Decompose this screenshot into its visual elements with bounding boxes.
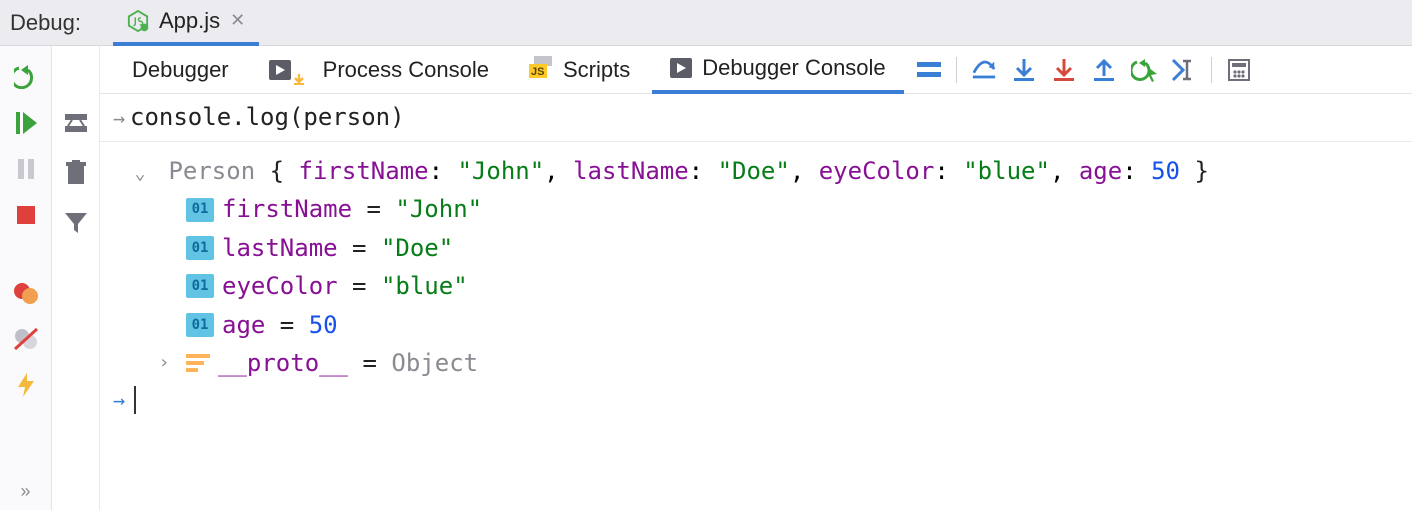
step-out-button[interactable]	[1091, 57, 1117, 83]
debug-side-controls: »	[0, 46, 52, 510]
object-property[interactable]: 01 firstName = "John"	[108, 190, 1404, 228]
pause-button[interactable]	[13, 156, 39, 182]
object-property[interactable]: 01 age = 50	[108, 306, 1404, 344]
console-prompt[interactable]: →	[100, 382, 1412, 418]
console-command-line: → console.log(person)	[100, 94, 1412, 142]
chevron-down-icon[interactable]: ⌄	[130, 160, 150, 189]
tab-label: Debugger	[132, 57, 229, 83]
proto-icon	[186, 352, 210, 374]
more-icon[interactable]: »	[20, 481, 30, 510]
file-tab-name: App.js	[159, 8, 220, 34]
download-badge-icon	[293, 73, 305, 85]
view-breakpoints-button[interactable]	[13, 280, 39, 306]
js-scripts-icon: JS	[529, 56, 553, 84]
debug-label: Debug:	[10, 10, 81, 36]
nodejs-file-icon	[127, 10, 149, 32]
rerun-button[interactable]	[13, 64, 39, 90]
field-type-icon: 01	[186, 313, 214, 337]
tab-scripts[interactable]: JS Scripts	[511, 46, 648, 94]
field-type-icon: 01	[186, 198, 214, 222]
tab-label: Scripts	[563, 57, 630, 83]
console-run-icon	[269, 60, 291, 80]
svg-text:JS: JS	[531, 66, 544, 78]
tab-debugger-console[interactable]: Debugger Console	[652, 46, 903, 94]
debug-topbar: Debug: App.js ✕	[0, 0, 1412, 46]
step-into-button[interactable]	[1011, 57, 1037, 83]
arrow-right-icon: →	[108, 102, 130, 134]
text-cursor	[134, 386, 136, 414]
object-header[interactable]: ⌄ Person { firstName: "John", lastName: …	[108, 152, 1404, 190]
thread-stack-button[interactable]	[916, 57, 942, 83]
layout-settings-button[interactable]	[63, 110, 89, 136]
close-icon[interactable]: ✕	[230, 10, 245, 31]
debugger-console: → console.log(person) ⌄ Person { firstNa…	[100, 94, 1412, 510]
resume-button[interactable]	[13, 110, 39, 136]
field-type-icon: 01	[186, 236, 214, 260]
step-toolbar	[908, 57, 1252, 83]
console-run-icon	[670, 58, 692, 78]
filter-button[interactable]	[63, 210, 89, 236]
object-class-name: Person	[168, 157, 269, 185]
tab-label: Debugger Console	[702, 55, 885, 81]
clear-console-button[interactable]	[63, 160, 89, 186]
object-property[interactable]: 01 eyeColor = "blue"	[108, 267, 1404, 305]
calculator-button[interactable]	[1226, 57, 1252, 83]
instant-run-button[interactable]	[13, 372, 39, 398]
force-step-into-button[interactable]	[1051, 57, 1077, 83]
run-to-cursor-button[interactable]	[1131, 57, 1157, 83]
step-over-button[interactable]	[971, 57, 997, 83]
stop-button[interactable]	[13, 202, 39, 228]
object-property[interactable]: 01 lastName = "Doe"	[108, 229, 1404, 267]
object-proto[interactable]: › __proto__ = Object	[108, 344, 1404, 382]
tab-debugger[interactable]: Debugger	[114, 46, 247, 94]
console-command: console.log(person)	[130, 98, 405, 136]
arrow-right-icon: →	[108, 384, 130, 416]
mute-breakpoints-button[interactable]	[13, 326, 39, 352]
chevron-right-icon[interactable]: ›	[154, 349, 174, 378]
tab-label: Process Console	[323, 57, 489, 83]
console-side-controls	[52, 46, 100, 510]
evaluate-expression-button[interactable]	[1171, 57, 1197, 83]
field-type-icon: 01	[186, 274, 214, 298]
debugger-tabs: Debugger Process Console	[100, 46, 1412, 94]
tab-process-console[interactable]: Process Console	[251, 46, 507, 94]
file-tab-app-js[interactable]: App.js ✕	[113, 0, 259, 46]
